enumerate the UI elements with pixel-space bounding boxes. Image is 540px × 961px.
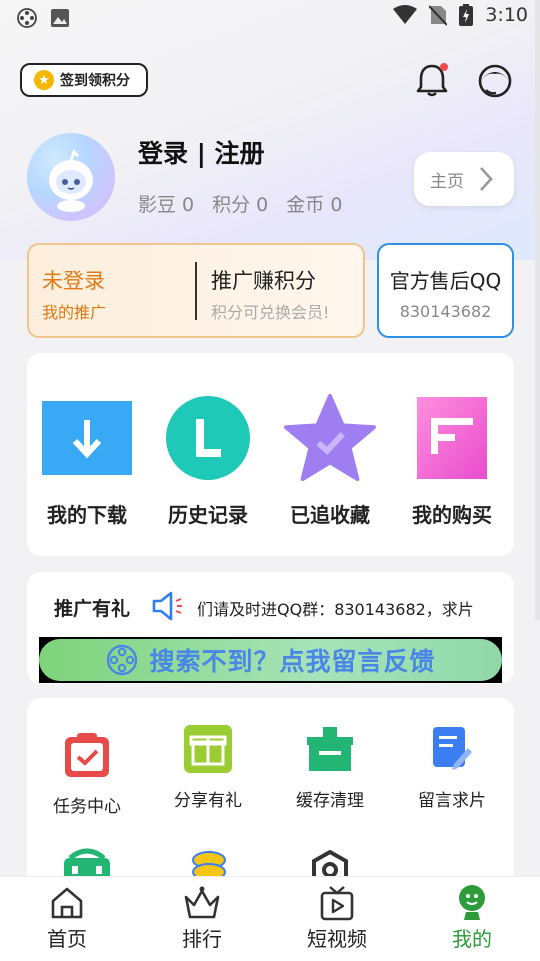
header-background xyxy=(0,0,540,260)
message-request-icon xyxy=(433,727,472,770)
avatar[interactable] xyxy=(27,133,115,221)
customer-service-icon xyxy=(478,64,512,98)
promo-left-title: 未登录 xyxy=(42,269,105,293)
nav-short-video-label: 短视频 xyxy=(307,927,367,951)
promo-left-sub: 我的推广 xyxy=(42,303,107,322)
gift-icon xyxy=(184,725,232,773)
checkin-label: 签到领积分 xyxy=(60,73,130,89)
promotion-card[interactable]: 未登录 我的推广 推广赚积分 积分可兑换会员! xyxy=(27,243,365,338)
task-center-icon xyxy=(65,733,109,777)
purchases-button[interactable]: 我的购买 xyxy=(397,395,507,528)
no-sim-icon xyxy=(429,5,448,26)
stat-coins: 金币 0 xyxy=(286,194,343,216)
feedback-banner-text: 搜索不到？点我留言反馈 xyxy=(149,647,436,676)
cache-clean-button[interactable]: 缓存清理 xyxy=(275,724,385,811)
homepage-button[interactable]: 主页 xyxy=(414,152,514,206)
film-reel-icon xyxy=(17,8,37,28)
nav-ranking-label: 排行 xyxy=(182,927,222,951)
favorites-button[interactable]: 已追收藏 xyxy=(275,393,385,528)
coin-icon: ★ xyxy=(34,70,54,90)
nav-short-video[interactable]: 短视频 xyxy=(287,883,387,952)
status-bar: 3:10 xyxy=(0,0,540,36)
promo-divider xyxy=(195,262,197,320)
ranking-icon xyxy=(184,886,220,919)
message-request-label: 留言求片 xyxy=(418,791,486,811)
favorites-label: 已追收藏 xyxy=(290,503,370,527)
feedback-banner-pill: 搜索不到？点我留言反馈 xyxy=(39,639,502,681)
official-qq-card[interactable]: 官方售后QQ 830143682 xyxy=(377,243,514,338)
scrollbar[interactable] xyxy=(535,0,540,620)
battery-icon xyxy=(459,4,474,26)
notification-button[interactable] xyxy=(412,60,452,100)
share-gift-label: 分享有礼 xyxy=(174,791,242,811)
promo-right-sub: 积分可兑换会员! xyxy=(211,303,330,322)
nav-home[interactable]: 首页 xyxy=(17,883,117,952)
home-icon xyxy=(51,887,83,919)
task-center-button[interactable]: 任务中心 xyxy=(32,730,142,817)
nav-profile-label: 我的 xyxy=(452,927,492,951)
history-button[interactable]: 历史记录 xyxy=(153,395,263,528)
profile-icon xyxy=(459,885,485,920)
checkin-button[interactable]: ★ 签到领积分 xyxy=(20,63,148,97)
short-video-icon xyxy=(320,886,354,921)
task-center-label: 任务中心 xyxy=(53,797,121,817)
stat-points: 积分 0 xyxy=(212,194,269,216)
chevron-right-icon xyxy=(480,167,493,191)
my-downloads-label: 我的下载 xyxy=(47,503,127,527)
cache-clean-icon xyxy=(307,727,353,771)
status-time: 3:10 xyxy=(485,4,528,26)
bell-icon xyxy=(416,63,448,97)
feedback-banner[interactable]: 搜索不到？点我留言反馈 xyxy=(39,637,502,683)
login-register-link[interactable]: 登录 | 注册 xyxy=(138,134,265,170)
image-icon xyxy=(51,9,69,27)
qq-card-number: 830143682 xyxy=(399,302,492,321)
nav-home-label: 首页 xyxy=(47,927,87,951)
purchase-icon xyxy=(417,397,487,479)
cache-clean-label: 缓存清理 xyxy=(296,791,364,811)
customer-service-button[interactable] xyxy=(474,60,516,102)
share-gift-button[interactable]: 分享有礼 xyxy=(153,724,263,811)
bottom-navigation: 首页 排行 短视频 我的 xyxy=(0,876,540,961)
quick-actions-card: 我的下载 历史记录 已追收藏 我的购买 xyxy=(27,353,514,556)
history-icon xyxy=(166,396,250,480)
film-reel-icon xyxy=(107,644,138,676)
purchases-label: 我的购买 xyxy=(412,503,492,527)
notice-title: 推广有礼 xyxy=(54,598,131,620)
status-left xyxy=(16,7,70,29)
download-icon xyxy=(42,401,132,475)
nav-ranking[interactable]: 排行 xyxy=(152,883,252,952)
wifi-icon xyxy=(393,5,418,24)
speaker-icon xyxy=(152,591,182,621)
homepage-label: 主页 xyxy=(430,171,464,192)
message-request-button[interactable]: 留言求片 xyxy=(397,724,507,811)
robot-mascot-icon xyxy=(49,149,93,212)
status-right: 3:10 xyxy=(393,4,528,26)
qq-card-title: 官方售后QQ xyxy=(389,269,502,293)
my-downloads-button[interactable]: 我的下载 xyxy=(32,395,142,528)
promo-right-title: 推广赚积分 xyxy=(211,269,316,293)
user-stats: 影豆 0 积分 0 金币 0 xyxy=(138,190,342,217)
star-icon xyxy=(284,393,376,482)
nav-profile[interactable]: 我的 xyxy=(422,883,522,952)
history-label: 历史记录 xyxy=(168,503,248,527)
tools-card: 任务中心 分享有礼 缓存清理 留言求片 xyxy=(27,698,514,898)
notice-marquee: 们请及时进QQ群：830143682，求片 xyxy=(197,600,474,619)
stat-beans: 影豆 0 xyxy=(138,194,195,216)
